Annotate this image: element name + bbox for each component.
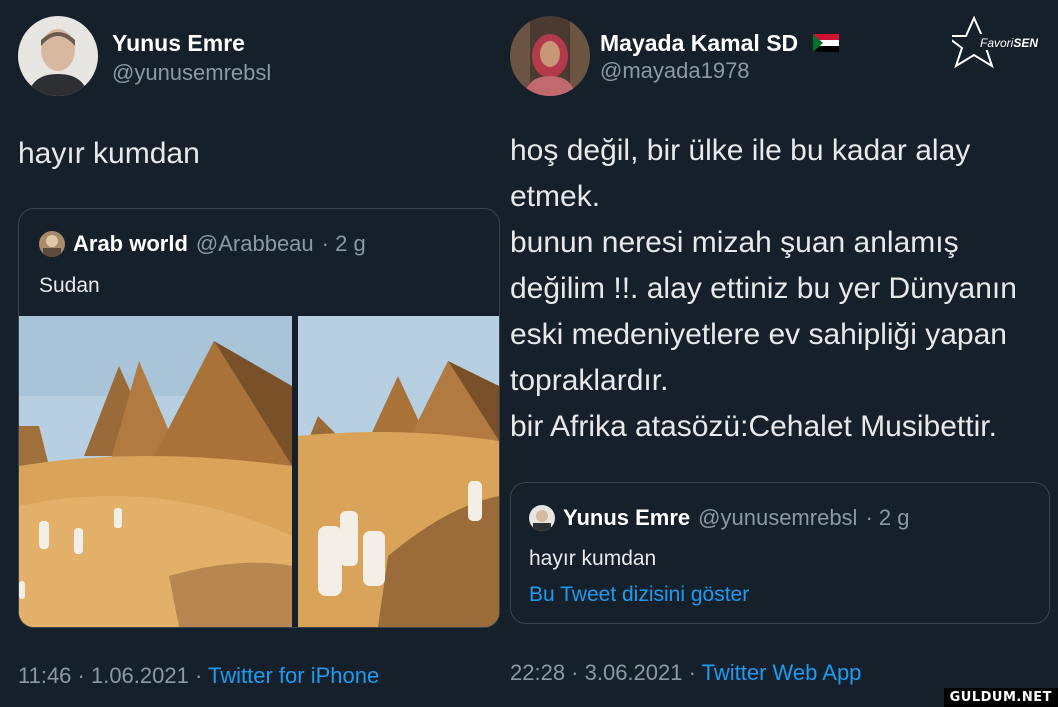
quoted-tweet[interactable]: Arab world @Arabbeau · 2 g Sudan [18, 208, 500, 628]
quoted-author-handle: @yunusemrebsl [698, 505, 858, 530]
svg-text:FavoriSEN: FavoriSEN [980, 36, 1038, 50]
quoted-author-name: Arab world [73, 231, 188, 256]
tweet-timestamp[interactable]: 22:28 · 3.06.2021 · [510, 660, 696, 685]
tweet-source-link[interactable]: Twitter for iPhone [208, 663, 379, 688]
tweet-text-line: hoş değil, bir ülke ile bu kadar alay [510, 134, 971, 167]
tweet-text: hoş değil, bir ülke ile bu kadar alay et… [510, 128, 1017, 450]
tweet-source-link[interactable]: Twitter Web App [702, 660, 862, 685]
author-handle[interactable]: @mayada1978 [600, 58, 750, 84]
favorisen-logo: FavoriSEN [943, 15, 1056, 69]
tweet-text: hayır kumdan [18, 137, 200, 170]
quoted-author-handle: @Arabbeau [195, 231, 314, 256]
quoted-author-name: Yunus Emre [563, 505, 691, 530]
tweet-text-line: bunun neresi mizah şuan anlamış [510, 226, 959, 259]
guldum-watermark: GULDUM.NET [943, 688, 1058, 707]
author-avatar[interactable] [18, 16, 98, 96]
pyramids-photo-2[interactable] [298, 316, 499, 627]
quoted-author-avatar [529, 505, 555, 531]
tweet-footer: 11:46 · 1.06.2021 · Twitter for iPhone [18, 663, 379, 689]
sudan-flag-icon [812, 31, 839, 58]
quoted-time: · 2 g [321, 231, 366, 256]
tweet-text-line: topraklardır. [510, 364, 669, 397]
author-name[interactable]: Mayada Kamal SD [600, 30, 839, 58]
tweet-text-line: değilim !!. alay ettiniz bu yer Dünyanın [510, 272, 1017, 305]
quoted-text: Sudan [39, 274, 100, 297]
show-thread-link[interactable]: Bu Tweet dizisini göster [529, 583, 749, 607]
tweet-timestamp[interactable]: 11:46 · 1.06.2021 · [18, 663, 202, 688]
tweet-text-line: bir Afrika atasözü:Cehalet Musibettir. [510, 410, 997, 443]
left-tweet: Yunus Emre @yunusemrebsl hayır kumdan Ar… [0, 0, 500, 707]
author-name-text: Mayada Kamal SD [600, 30, 799, 56]
quoted-time: · 2 g [865, 505, 910, 530]
tweet-text-line: eski medeniyetlere ev sahipliği yapan [510, 318, 1007, 351]
author-avatar[interactable] [510, 16, 590, 96]
author-handle[interactable]: @yunusemrebsl [112, 60, 271, 86]
right-tweet: Mayada Kamal SD @mayada1978 hoş değil, b… [500, 0, 1058, 707]
quoted-tweet-header: Arab world @Arabbeau · 2 g [39, 231, 366, 257]
quoted-text: hayır kumdan [529, 547, 657, 570]
author-name[interactable]: Yunus Emre [112, 30, 245, 57]
quoted-author-avatar [39, 231, 65, 257]
quoted-tweet[interactable]: Yunus Emre @yunusemrebsl · 2 g hayır kum… [510, 482, 1050, 624]
tweet-footer: 22:28 · 3.06.2021 · Twitter Web App [510, 660, 861, 686]
pyramids-photo-1[interactable] [19, 316, 292, 627]
tweet-text-line: etmek. [510, 180, 601, 213]
quoted-tweet-header: Yunus Emre @yunusemrebsl · 2 g [529, 505, 909, 531]
